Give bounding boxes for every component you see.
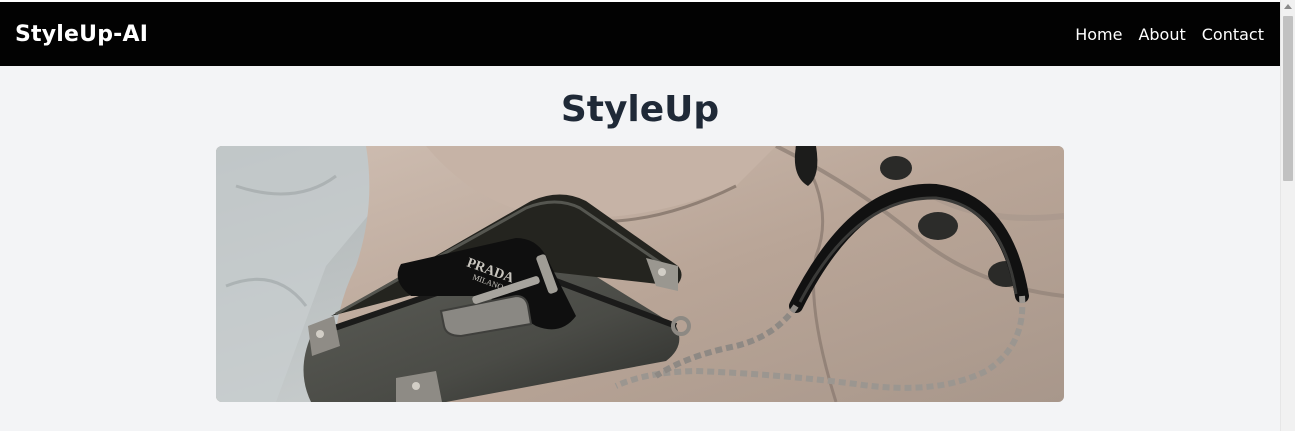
page-title: StyleUp <box>560 89 720 130</box>
nav-about-link[interactable]: About <box>1138 25 1185 44</box>
scroll-up-arrow-icon[interactable] <box>1284 4 1292 9</box>
nav-contact-link[interactable]: Contact <box>1202 25 1264 44</box>
navbar: StyleUp-AI Home About Contact <box>0 2 1280 66</box>
hero-image: PRADA MILANO <box>216 146 1064 402</box>
page-scrollbar[interactable] <box>1280 0 1295 431</box>
brand-logo[interactable]: StyleUp-AI <box>15 22 148 47</box>
nav-home-link[interactable]: Home <box>1075 25 1122 44</box>
nav-links: Home About Contact <box>1075 25 1264 44</box>
scrollbar-thumb[interactable] <box>1283 16 1293 181</box>
